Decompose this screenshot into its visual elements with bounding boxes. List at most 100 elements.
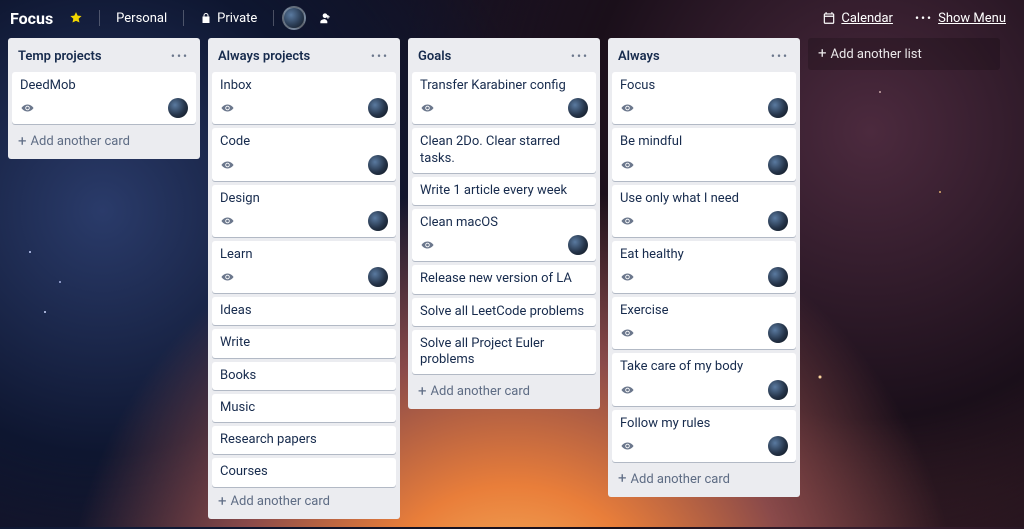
team-button[interactable]: Personal <box>108 5 175 31</box>
more-icon: ••• <box>571 50 589 62</box>
plus-icon: + <box>618 471 627 486</box>
card[interactable]: Release new version of LA <box>412 265 596 293</box>
card-member-avatar[interactable] <box>168 98 188 118</box>
divider <box>99 10 100 26</box>
card[interactable]: Use only what I need <box>612 185 796 237</box>
card-member-avatar[interactable] <box>568 235 588 255</box>
add-card-button[interactable]: +Add another card <box>412 378 596 407</box>
card-badges <box>620 98 788 118</box>
calendar-button[interactable]: Calendar <box>814 5 901 31</box>
card[interactable]: Take care of my body <box>612 353 796 405</box>
card[interactable]: Focus <box>612 72 796 124</box>
card-title: Inbox <box>220 78 388 94</box>
card[interactable]: Eat healthy <box>612 241 796 293</box>
invite-button[interactable] <box>312 5 338 31</box>
watch-icon <box>620 384 635 396</box>
card[interactable]: Write 1 article every week <box>412 177 596 205</box>
card[interactable]: Clean 2Do. Clear starred tasks. <box>412 128 596 173</box>
card-member-avatar[interactable] <box>368 211 388 231</box>
card[interactable]: Exercise <box>612 297 796 349</box>
watch-icon <box>620 327 635 339</box>
card[interactable]: Solve all Project Euler problems <box>412 330 596 375</box>
card-member-avatar[interactable] <box>768 211 788 231</box>
card[interactable]: Follow my rules <box>612 410 796 462</box>
card-member-avatar[interactable] <box>768 98 788 118</box>
list-name[interactable]: Temp projects <box>18 49 170 64</box>
card[interactable]: Transfer Karabiner config <box>412 72 596 124</box>
card-badges <box>20 98 188 118</box>
card-title: Release new version of LA <box>420 271 588 287</box>
add-card-button[interactable]: + Add another card <box>12 128 196 157</box>
card[interactable]: Courses <box>212 458 396 486</box>
card-title: Eat healthy <box>620 247 788 263</box>
list-menu-button[interactable]: ••• <box>370 46 390 66</box>
avatar[interactable] <box>282 6 306 30</box>
card[interactable]: Design <box>212 185 396 237</box>
card[interactable]: Solve all LeetCode problems <box>412 298 596 326</box>
list-name[interactable]: Goals <box>418 49 570 64</box>
card-title: Research papers <box>220 432 388 448</box>
card[interactable]: Code <box>212 128 396 180</box>
card-member-avatar[interactable] <box>768 380 788 400</box>
card[interactable]: Be mindful <box>612 128 796 180</box>
board-header: Focus Personal Private Calendar ••• Show… <box>0 2 1024 34</box>
card-badges <box>620 436 788 456</box>
plus-icon: + <box>18 134 27 149</box>
star-icon <box>69 11 83 25</box>
list-menu-button[interactable]: ••• <box>170 46 190 66</box>
card[interactable]: DeedMob <box>12 72 196 124</box>
card-title: Learn <box>220 247 388 263</box>
add-card-button[interactable]: + Add another card <box>612 466 796 495</box>
card-member-avatar[interactable] <box>568 98 588 118</box>
list-menu-button[interactable]: ••• <box>770 46 790 66</box>
card[interactable]: Research papers <box>212 426 396 454</box>
star-button[interactable] <box>61 5 91 31</box>
visibility-button[interactable]: Private <box>192 5 265 31</box>
card-badges <box>620 155 788 175</box>
add-member-icon <box>318 11 332 25</box>
card-member-avatar[interactable] <box>768 436 788 456</box>
add-card-label: Add another card <box>31 134 130 149</box>
card[interactable]: Learn <box>212 241 396 293</box>
team-label: Personal <box>116 11 167 26</box>
card-title: Take care of my body <box>620 359 788 375</box>
list-menu-button[interactable]: ••• <box>570 46 590 66</box>
cards-container: Transfer Karabiner configClean 2Do. Clea… <box>412 72 596 378</box>
card[interactable]: Clean macOS <box>412 209 596 261</box>
watch-icon <box>220 159 235 171</box>
card[interactable]: Write <box>212 329 396 357</box>
list-name[interactable]: Always projects <box>218 49 370 64</box>
card[interactable]: Music <box>212 394 396 422</box>
add-list-button[interactable]: +Add another list <box>808 38 1000 70</box>
card-member-avatar[interactable] <box>768 267 788 287</box>
card-title: Focus <box>620 78 788 94</box>
watch-icon <box>620 440 635 452</box>
card-member-avatar[interactable] <box>368 267 388 287</box>
card[interactable]: Ideas <box>212 297 396 325</box>
cards-container: Focus Be mindfulUse only what I need Eat h… <box>612 72 796 466</box>
list: Always••• Focus Be mindfulUse only what I … <box>608 38 800 497</box>
card-title: Solve all LeetCode problems <box>420 304 588 320</box>
list: Goals••• Transfer Karabiner configClean 2… <box>408 38 600 409</box>
list-header: Always••• <box>612 42 796 72</box>
watch-icon <box>620 271 635 283</box>
plus-icon: + <box>218 494 227 509</box>
card-member-avatar[interactable] <box>368 98 388 118</box>
list-name[interactable]: Always <box>618 49 770 64</box>
add-card-label: Add another card <box>631 472 730 487</box>
cards-container: Inbox CodeDesign Learn Ideas Write Books Music… <box>212 72 396 488</box>
card-badges <box>420 235 588 255</box>
card[interactable]: Inbox <box>212 72 396 124</box>
show-menu-button[interactable]: ••• Show Menu <box>907 5 1014 31</box>
add-card-button[interactable]: +Add another card <box>212 488 396 517</box>
watch-icon <box>620 215 635 227</box>
add-list-label: Add another list <box>831 47 922 62</box>
more-icon: ••• <box>915 12 933 24</box>
card-member-avatar[interactable] <box>368 155 388 175</box>
card-title: Write 1 article every week <box>420 183 588 199</box>
card-title: Clean macOS <box>420 215 588 231</box>
card-member-avatar[interactable] <box>768 155 788 175</box>
board-title[interactable]: Focus <box>10 9 53 28</box>
card-member-avatar[interactable] <box>768 323 788 343</box>
card[interactable]: Books <box>212 362 396 390</box>
